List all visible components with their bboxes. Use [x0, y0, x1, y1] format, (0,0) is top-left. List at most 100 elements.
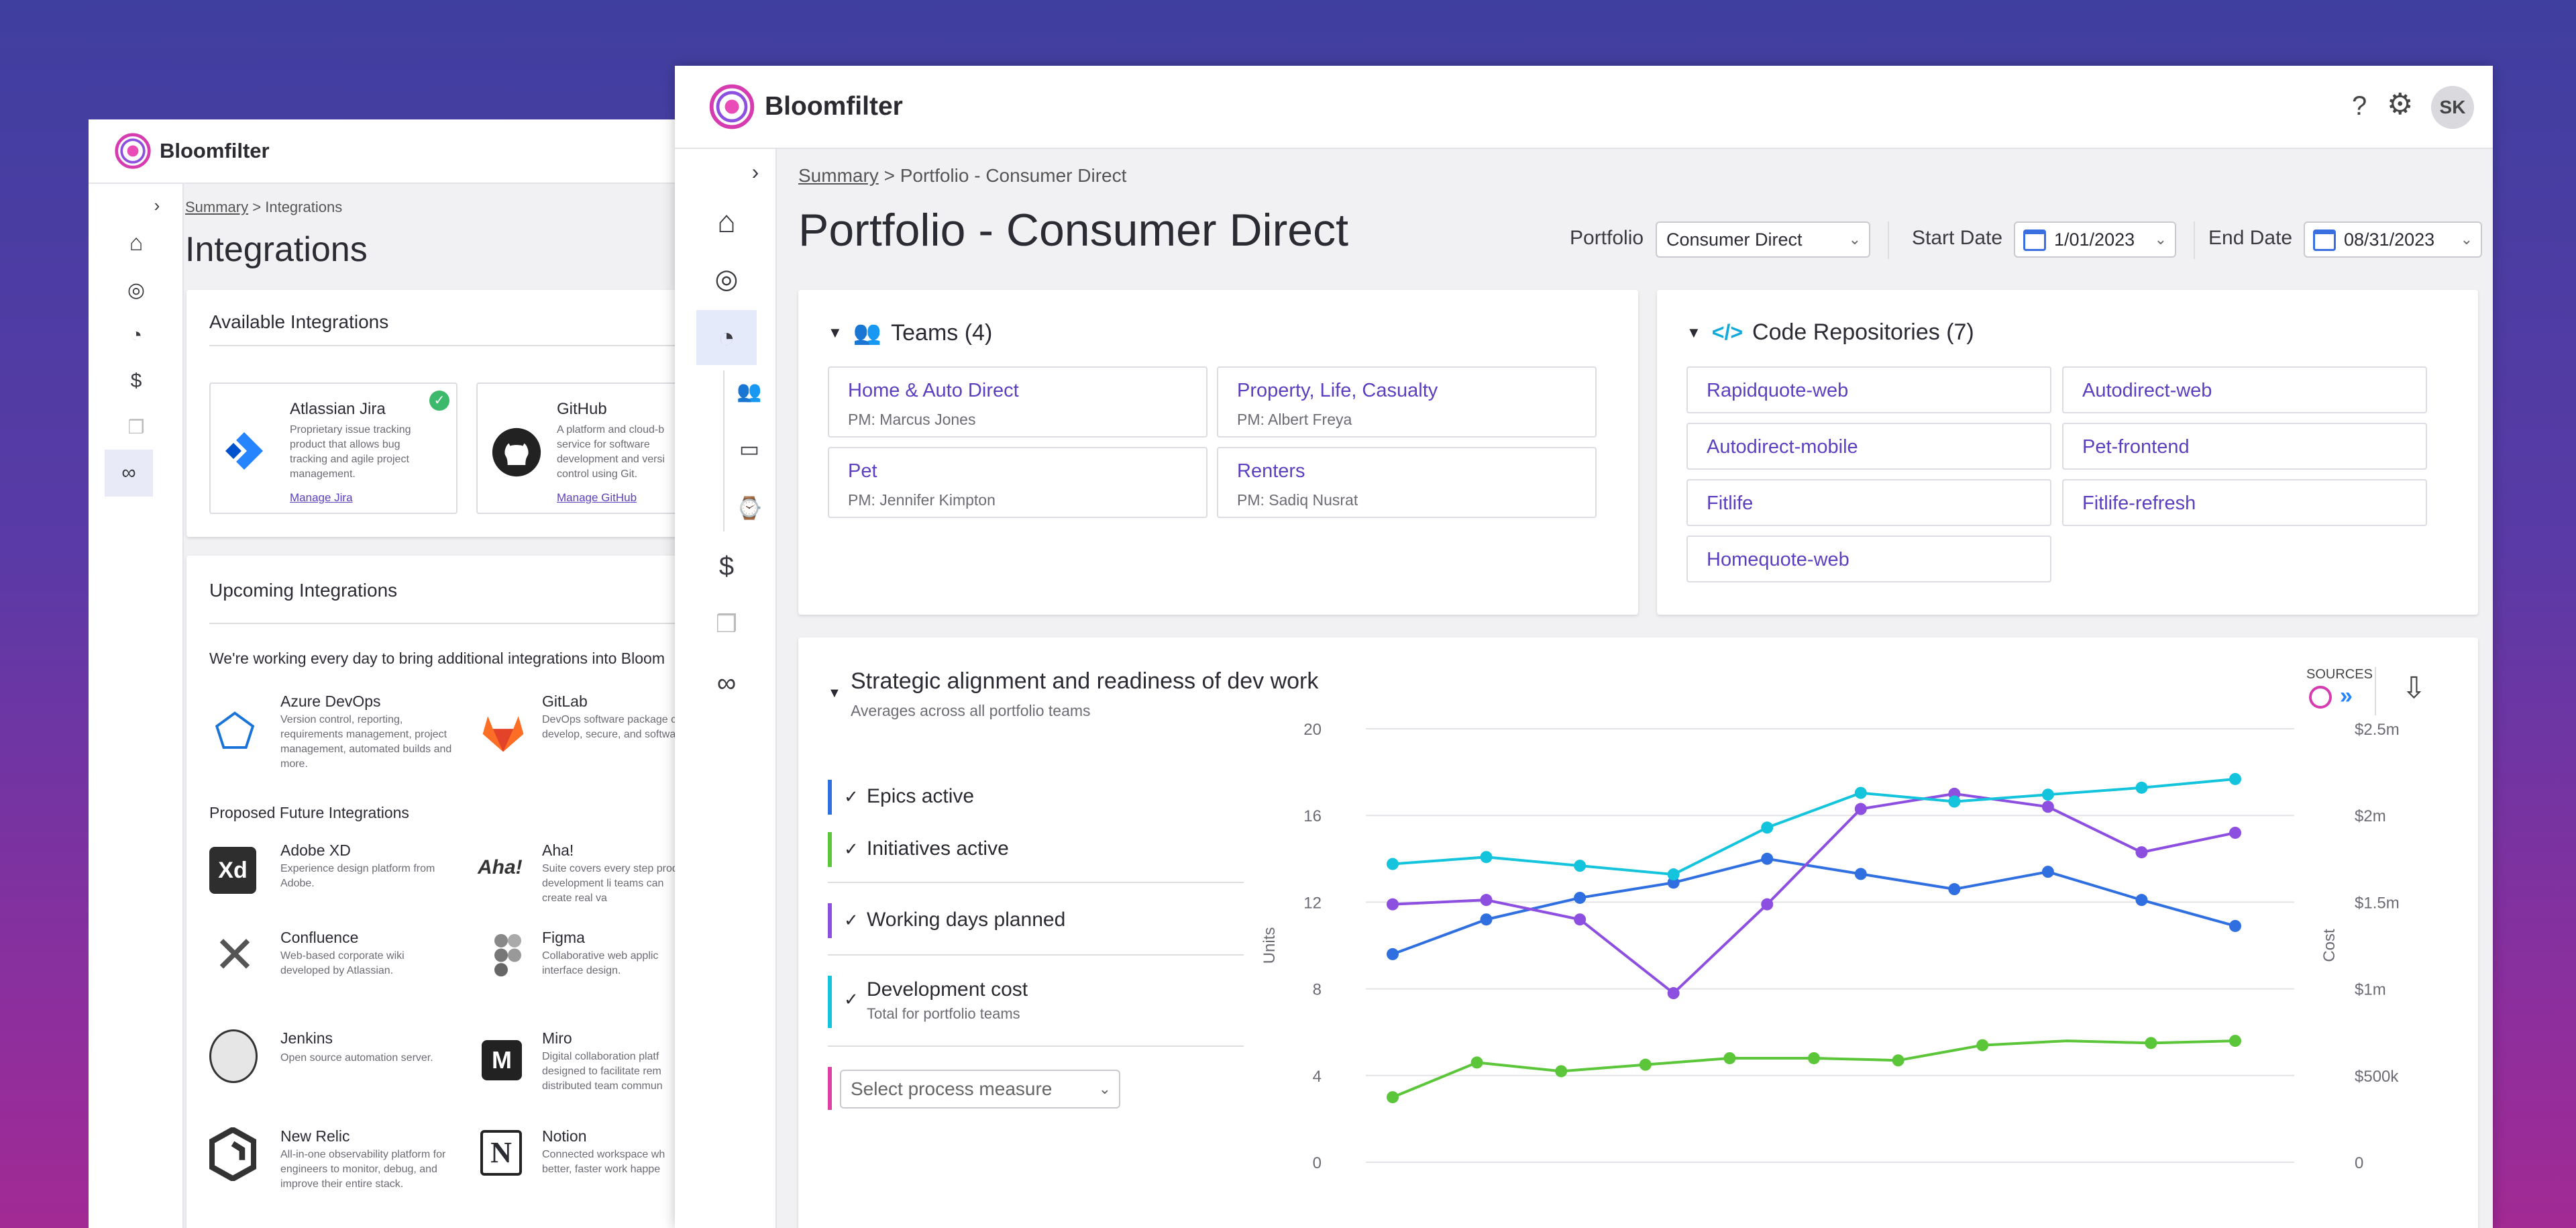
integrations-header: Bloomfilter — [89, 119, 679, 184]
connected-check-icon: ✓ — [429, 391, 449, 411]
invoice-icon[interactable]: $ — [111, 360, 161, 403]
y2-tick-label: $1.5m — [2355, 894, 2400, 912]
integration-name: Jenkins — [280, 1029, 333, 1047]
series-line-working-days-planned — [1392, 792, 2236, 995]
integration-desc: Connected workspace wh better, faster wo… — [542, 1149, 665, 1175]
integration-name: Aha! — [542, 841, 574, 859]
brand[interactable]: Bloomfilter — [114, 132, 270, 170]
integrations-window: Bloomfilter › ⌂ ◎ ◔ $ ❒ ∞ Summary > Inte… — [89, 119, 679, 1228]
breadcrumb-summary-link[interactable]: Summary — [185, 199, 248, 215]
pie-chart-icon[interactable]: ◔ — [696, 310, 757, 365]
manage-github-link[interactable]: Manage GitHub — [557, 491, 637, 505]
breadcrumb-separator: > — [252, 199, 262, 215]
repo-autodirect-web[interactable]: Autodirect-web — [2062, 366, 2427, 413]
integration-name: Miro — [542, 1029, 572, 1047]
download-cloud-icon[interactable]: ⇩ — [2402, 671, 2426, 705]
data-point-development-cost — [1761, 821, 1774, 834]
repos-toggle[interactable]: ▼ </> Code Repositories (7) — [1686, 319, 1974, 346]
repo-name: Homequote-web — [1707, 549, 1849, 570]
portfolio-select[interactable]: Consumer Direct ⌄ — [1656, 221, 1870, 258]
data-point-initiatives-active — [1976, 1039, 1989, 1052]
data-point-epics-active — [2041, 866, 2054, 878]
gear-icon[interactable]: ⚙ — [2387, 87, 2413, 121]
data-point-working-days-planned — [2135, 846, 2148, 859]
data-point-epics-active — [1854, 868, 1867, 880]
expand-chevron-icon[interactable]: › — [742, 158, 769, 185]
integration-name: New Relic — [280, 1127, 350, 1145]
avatar[interactable]: SK — [2431, 86, 2474, 129]
integration-desc: Version control, reporting, requirements… — [280, 714, 452, 770]
proposed-title: Proposed Future Integrations — [209, 804, 409, 821]
integration-card-github[interactable]: GitHub A platform and cloud-b service fo… — [476, 382, 679, 514]
check-icon: ✓ — [844, 989, 859, 1009]
repo-autodirect-mobile[interactable]: Autodirect-mobile — [1686, 423, 2051, 470]
integrations-icon[interactable]: ∞ — [105, 450, 153, 497]
repo-fitlife-refresh[interactable]: Fitlife-refresh — [2062, 479, 2427, 526]
metric-label: Epics active — [867, 785, 975, 807]
help-icon[interactable]: ? — [2352, 91, 2367, 121]
start-date-picker[interactable]: 1/01/2023 ⌄ — [2014, 221, 2176, 258]
repo-rapidquote-web[interactable]: Rapidquote-web — [1686, 366, 2051, 413]
repo-pet-frontend[interactable]: Pet-frontend — [2062, 423, 2427, 470]
breadcrumb-current: Portfolio - Consumer Direct — [900, 165, 1127, 186]
process-measure-select[interactable]: Select process measure ⌄ — [840, 1070, 1120, 1109]
breadcrumb-summary-link[interactable]: Summary — [798, 165, 879, 186]
page-title: Portfolio - Consumer Direct — [798, 205, 1349, 256]
stack-icon[interactable]: ❒ — [698, 597, 755, 651]
y2-axis-label: Cost — [2320, 929, 2339, 962]
start-date-label: Start Date — [1912, 227, 2003, 249]
team-card-home-auto-direct[interactable]: Home & Auto Direct PM: Marcus Jones — [828, 366, 1208, 438]
team-card-property-life-casualty[interactable]: Property, Life, Casualty PM: Albert Frey… — [1217, 366, 1597, 438]
process-measure-placeholder: Select process measure — [851, 1078, 1053, 1099]
pie-chart-icon[interactable]: ◔ — [111, 314, 161, 357]
integrations-sidebar: › ⌂ ◎ ◔ $ ❒ ∞ — [89, 184, 184, 1228]
team-card-renters[interactable]: Renters PM: Sadiq Nusrat — [1217, 447, 1597, 518]
manage-jira-link[interactable]: Manage Jira — [290, 491, 353, 505]
metric-initiatives-active[interactable]: ✓ Initiatives active — [828, 832, 1244, 867]
process-color-bar — [828, 1067, 832, 1110]
integration-miro: M Miro Digital collaboration platf desig… — [478, 1029, 679, 1103]
metric-working-days-planned[interactable]: ✓ Working days planned — [828, 903, 1244, 938]
integration-desc: A platform and cloud-b service for softw… — [557, 424, 665, 480]
data-point-working-days-planned — [1387, 898, 1399, 911]
integration-card-jira[interactable]: Atlassian Jira Proprietary issue trackin… — [209, 382, 458, 514]
repo-fitlife[interactable]: Fitlife — [1686, 479, 2051, 526]
y2-tick-label: $2.5m — [2355, 721, 2400, 739]
target-icon[interactable]: ◎ — [698, 252, 755, 306]
bloomfilter-logo-icon — [115, 133, 151, 169]
data-point-epics-active — [1480, 913, 1493, 926]
team-pm: PM: Sadiq Nusrat — [1237, 491, 1358, 509]
target-icon[interactable]: ◎ — [111, 268, 161, 311]
server-icon[interactable]: ▭ — [726, 425, 773, 472]
team-name: Renters — [1237, 460, 1305, 482]
brand[interactable]: Bloomfilter — [708, 83, 903, 130]
jenkins-logo-icon — [209, 1029, 258, 1083]
home-icon[interactable]: ⌂ — [111, 221, 161, 264]
team-name: Home & Auto Direct — [848, 380, 1019, 401]
divider — [2194, 221, 2195, 259]
collapse-triangle-icon[interactable]: ▼ — [828, 686, 841, 701]
integration-name: Figma — [542, 929, 585, 946]
integration-name: Azure DevOps — [280, 693, 381, 710]
end-date-value: 08/31/2023 — [2344, 229, 2435, 250]
briefcase-clock-icon[interactable]: ⌚ — [726, 484, 773, 531]
teams-toggle[interactable]: ▼ 👥 Teams (4) — [828, 319, 992, 346]
invoice-icon[interactable]: $ — [698, 540, 755, 593]
metric-label: Initiatives active — [867, 837, 1009, 860]
expand-chevron-icon[interactable]: › — [144, 192, 170, 219]
team-card-pet[interactable]: Pet PM: Jennifer Kimpton — [828, 447, 1208, 518]
integration-jenkins: Jenkins Open source automation server. — [209, 1029, 464, 1103]
start-date-value: 1/01/2023 — [2054, 229, 2135, 250]
end-date-picker[interactable]: 08/31/2023 ⌄ — [2304, 221, 2482, 258]
team-icon[interactable]: 👥 — [726, 368, 773, 415]
data-point-development-cost — [2229, 772, 2241, 785]
repo-homequote-web[interactable]: Homequote-web — [1686, 535, 2051, 582]
integration-name: Atlassian Jira — [290, 400, 386, 418]
metric-epics-active[interactable]: ✓ Epics active — [828, 780, 1244, 815]
integrations-icon[interactable]: ∞ — [698, 656, 755, 710]
chevron-down-icon: ⌄ — [2154, 231, 2167, 248]
stack-icon[interactable]: ❒ — [111, 405, 161, 448]
metric-development-cost[interactable]: ✓ Development cost Total for portfolio t… — [828, 976, 1244, 1028]
integration-desc: Open source automation server. — [280, 1052, 433, 1064]
home-icon[interactable]: ⌂ — [698, 195, 755, 248]
